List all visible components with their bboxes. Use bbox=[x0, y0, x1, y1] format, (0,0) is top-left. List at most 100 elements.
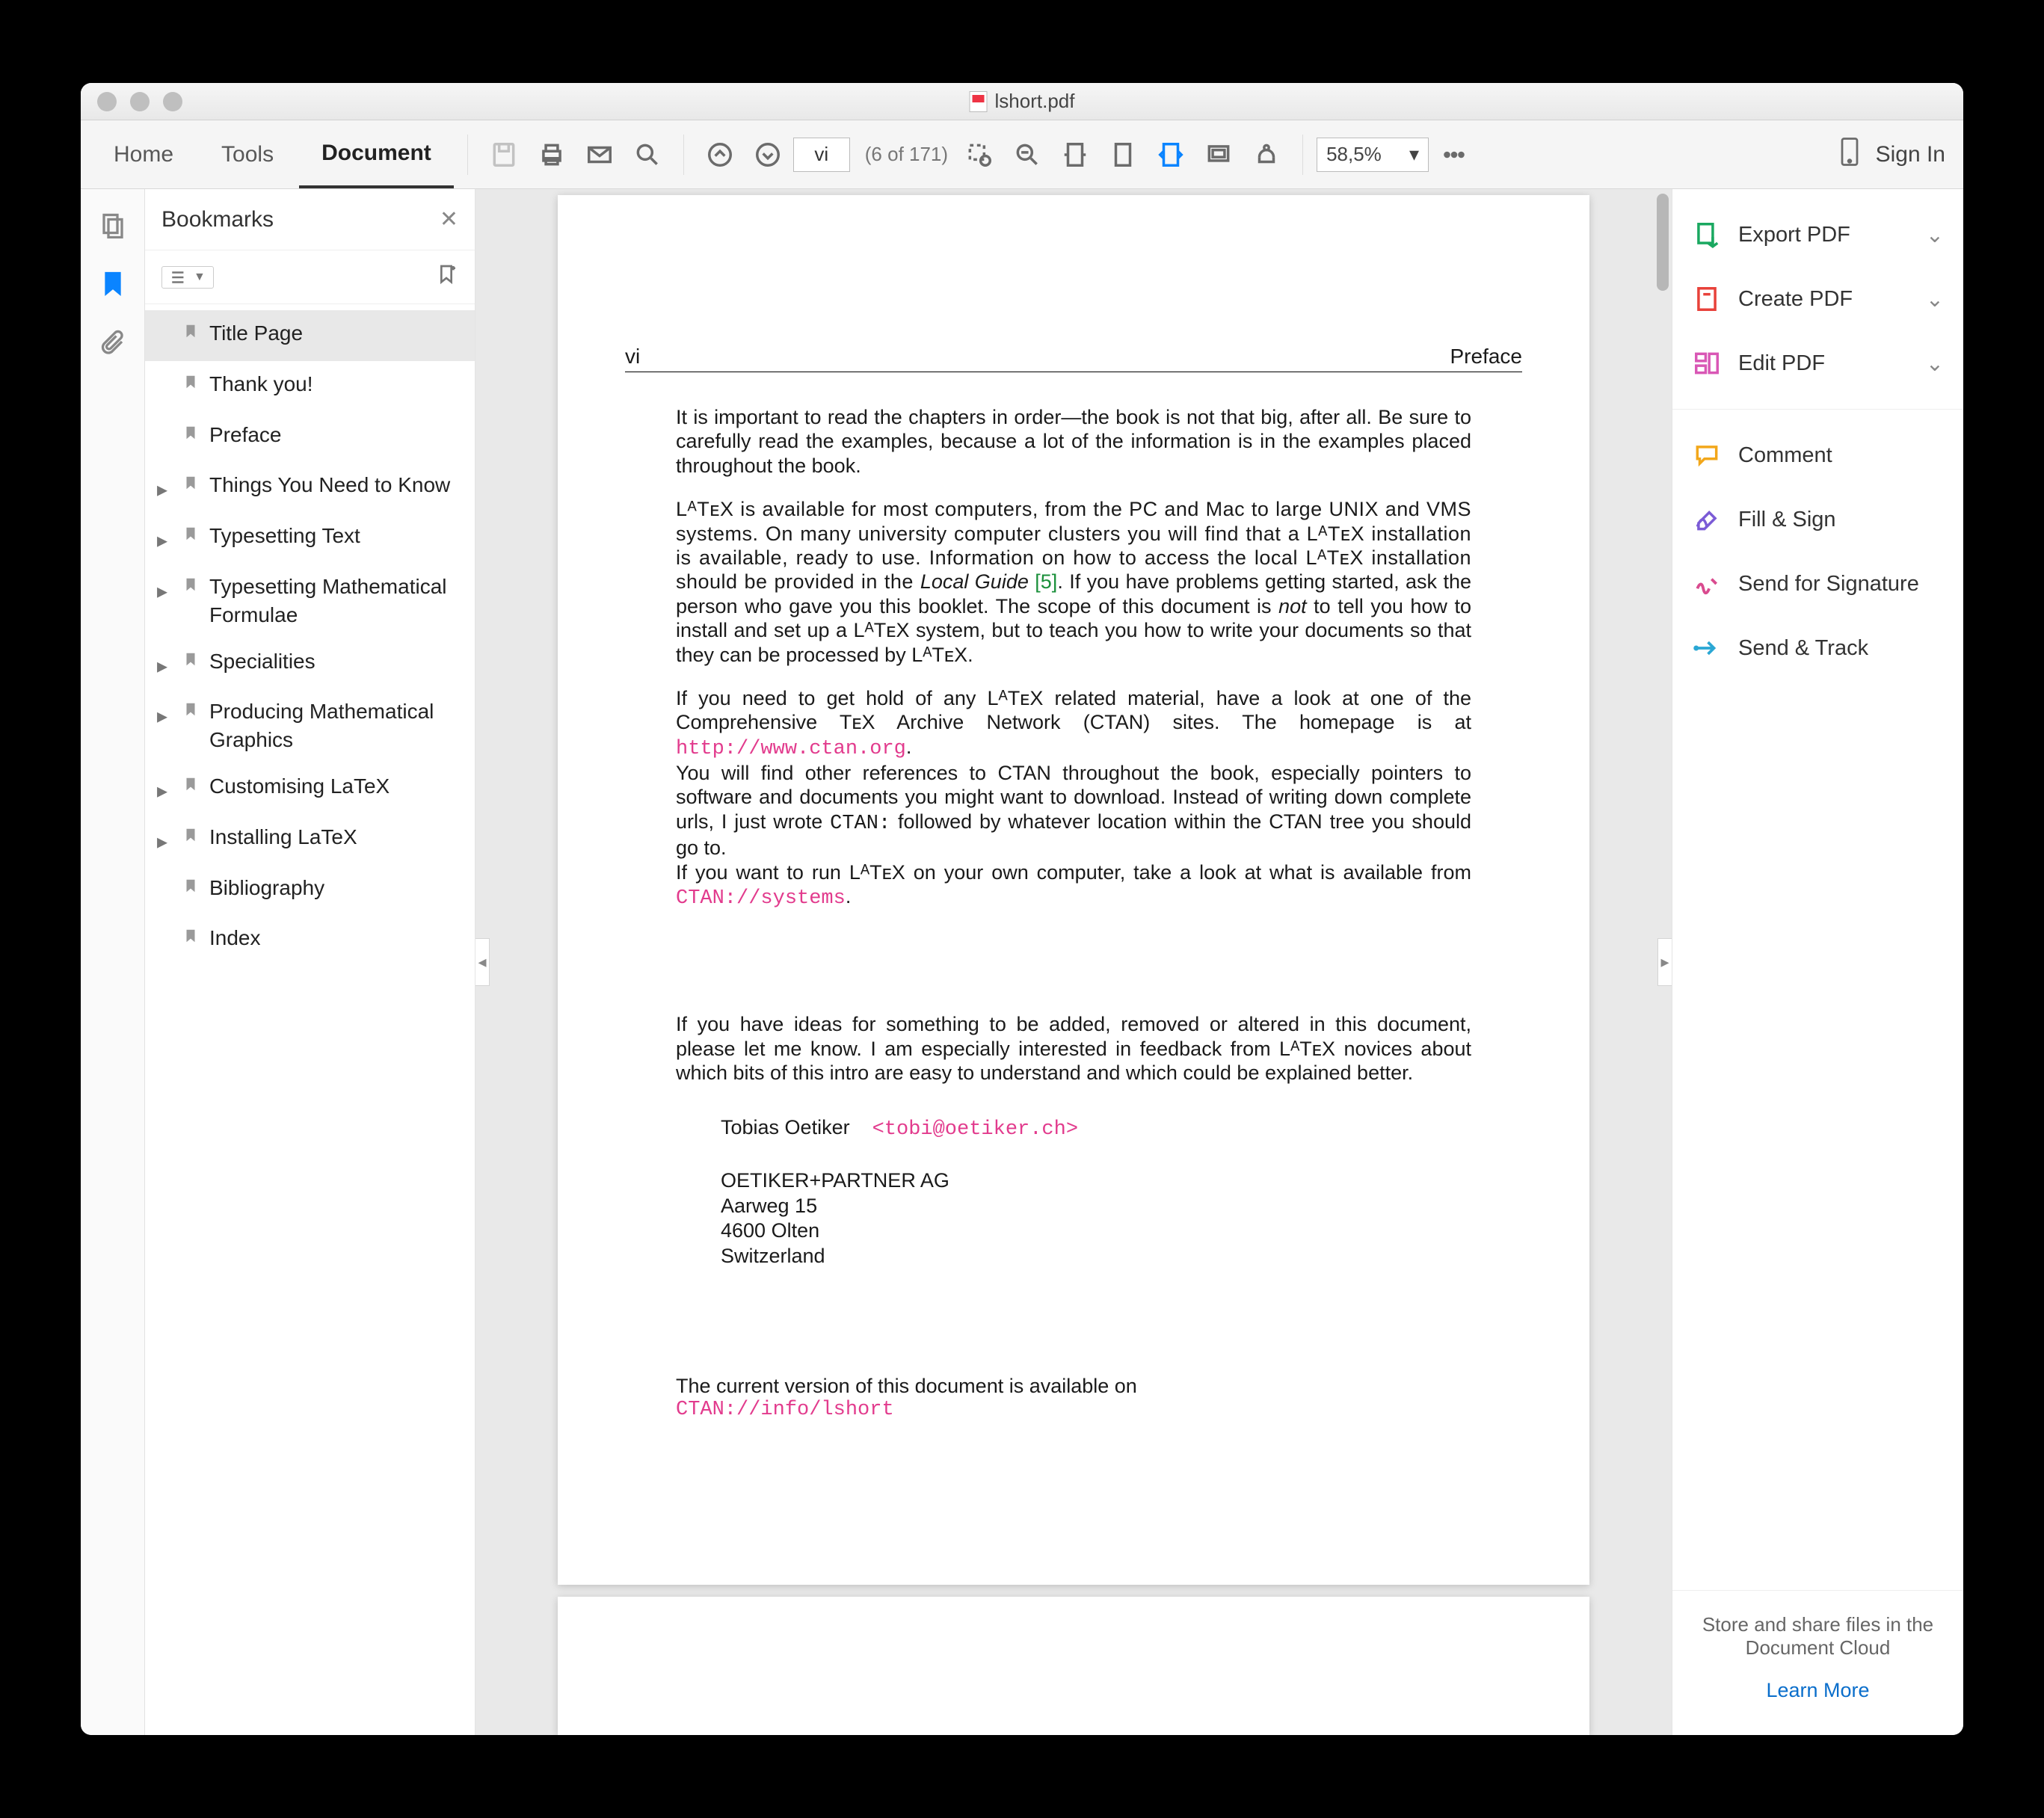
tool-send-track[interactable]: Send & Track bbox=[1672, 616, 1963, 680]
bookmark-ribbon-icon bbox=[182, 421, 199, 451]
bookmark-ribbon-icon bbox=[182, 471, 199, 501]
expand-caret-icon[interactable]: ▸ bbox=[153, 697, 172, 730]
learn-more-link[interactable]: Learn More bbox=[1695, 1679, 1941, 1702]
tool-send-signature[interactable]: Send for Signature bbox=[1672, 552, 1963, 616]
bookmark-item[interactable]: ▸ Things You Need to Know bbox=[145, 462, 475, 513]
tool-label: Create PDF bbox=[1738, 287, 1853, 312]
bookmark-label: Installing LaTeX bbox=[209, 823, 464, 851]
bookmark-label: Typesetting Text bbox=[209, 522, 464, 550]
print-icon[interactable] bbox=[529, 132, 574, 177]
tool-label: Send & Track bbox=[1738, 636, 1868, 661]
titlebar: lshort.pdf bbox=[81, 83, 1963, 120]
fill-sign-icon bbox=[1692, 505, 1722, 534]
bookmark-ribbon-icon bbox=[182, 647, 199, 677]
sign-in-label: Sign In bbox=[1876, 142, 1945, 167]
bookmark-item[interactable]: ▸Index bbox=[145, 915, 475, 966]
page-display-icon[interactable] bbox=[1148, 132, 1193, 177]
bookmark-item[interactable]: ▸ Installing LaTeX bbox=[145, 814, 475, 865]
read-mode-icon[interactable] bbox=[1196, 132, 1241, 177]
tab-home[interactable]: Home bbox=[91, 120, 196, 188]
share-icon[interactable] bbox=[1244, 132, 1289, 177]
expand-caret-icon[interactable]: ▸ bbox=[153, 823, 172, 856]
page-count-label: (6 of 171) bbox=[865, 143, 948, 166]
bookmark-item[interactable]: ▸Customising LaTeX bbox=[145, 763, 475, 814]
bookmark-label: Things You Need to Know bbox=[209, 471, 464, 499]
tool-label: Comment bbox=[1738, 443, 1832, 468]
marquee-zoom-icon[interactable] bbox=[957, 132, 1002, 177]
tool-create-pdf[interactable]: Create PDF ⌄ bbox=[1672, 267, 1963, 331]
bookmark-label: Index bbox=[209, 924, 464, 952]
tools-panel: Export PDF ⌄ Create PDF ⌄ Edit PDF ⌄ Co bbox=[1672, 189, 1963, 1735]
signature: Tobias Oetiker <tobi@oetiker.ch> bbox=[721, 1115, 1471, 1141]
chevron-down-icon: ▾ bbox=[1409, 143, 1419, 166]
next-pdf-page bbox=[558, 1597, 1589, 1735]
document-viewer[interactable]: ◂ ▸ vi Preface It is important to read t… bbox=[475, 189, 1672, 1735]
tools-list-secondary: Comment Fill & Sign Send for Signature S… bbox=[1672, 410, 1963, 694]
close-window-button[interactable] bbox=[97, 92, 117, 111]
bookmark-item[interactable]: ▸ Typesetting Mathematical Formulae bbox=[145, 564, 475, 638]
bookmarks-icon[interactable] bbox=[96, 267, 129, 300]
scrollbar-thumb[interactable] bbox=[1657, 194, 1669, 291]
bookmarks-header: Bookmarks ✕ bbox=[145, 189, 475, 250]
cloud-text: Store and share files in the Document Cl… bbox=[1695, 1613, 1941, 1660]
more-tools-icon[interactable] bbox=[1432, 132, 1477, 177]
expand-caret-icon[interactable]: ▸ bbox=[153, 573, 172, 606]
email-icon[interactable] bbox=[577, 132, 622, 177]
tool-comment[interactable]: Comment bbox=[1672, 423, 1963, 487]
separator bbox=[683, 135, 684, 175]
edit-pdf-icon bbox=[1692, 348, 1722, 378]
tool-export-pdf[interactable]: Export PDF ⌄ bbox=[1672, 203, 1963, 267]
tool-fill-sign[interactable]: Fill & Sign bbox=[1672, 487, 1963, 552]
nav-rail bbox=[81, 189, 145, 1735]
bookmark-item[interactable]: ▸Producing Mathematical Graphics bbox=[145, 688, 475, 763]
fit-page-icon[interactable] bbox=[1101, 132, 1145, 177]
expand-caret-icon[interactable]: ▸ bbox=[153, 647, 172, 680]
search-icon[interactable] bbox=[625, 132, 670, 177]
paragraph: If you need to get hold of any LᴬTᴇX rel… bbox=[676, 686, 1471, 911]
close-panel-icon[interactable]: ✕ bbox=[440, 206, 458, 232]
page-up-icon[interactable] bbox=[698, 132, 742, 177]
zoom-dropdown[interactable]: 58,5%▾ bbox=[1317, 138, 1429, 172]
bookmark-item[interactable]: ▸Bibliography bbox=[145, 865, 475, 916]
main-area: Bookmarks ✕ ▼ ▸Title Page▸Thank you!▸Pre… bbox=[81, 189, 1963, 1735]
expand-caret-icon[interactable]: ▸ bbox=[153, 471, 172, 504]
tool-edit-pdf[interactable]: Edit PDF ⌄ bbox=[1672, 331, 1963, 395]
app-window: lshort.pdf Home Tools Document (6 of 171… bbox=[81, 83, 1963, 1735]
bookmark-item[interactable]: ▸Specialities bbox=[145, 638, 475, 689]
minimize-window-button[interactable] bbox=[130, 92, 150, 111]
expand-caret-icon[interactable]: ▸ bbox=[153, 772, 172, 805]
vertical-scrollbar[interactable] bbox=[1651, 189, 1672, 1735]
bookmark-ribbon-icon bbox=[182, 319, 199, 349]
send-signature-icon bbox=[1692, 569, 1722, 599]
page-number-input[interactable] bbox=[793, 138, 850, 172]
tool-label: Edit PDF bbox=[1738, 351, 1825, 376]
bookmark-item[interactable]: ▸ Typesetting Text bbox=[145, 513, 475, 564]
zoom-out-icon[interactable] bbox=[1005, 132, 1050, 177]
bookmark-label: Typesetting Mathematical Formulae bbox=[209, 573, 464, 629]
window-title-text: lshort.pdf bbox=[995, 90, 1075, 113]
bookmark-label: Preface bbox=[209, 421, 464, 449]
maximize-window-button[interactable] bbox=[163, 92, 182, 111]
new-bookmark-icon[interactable] bbox=[434, 263, 458, 291]
fit-width-icon[interactable] bbox=[1053, 132, 1098, 177]
attachments-icon[interactable] bbox=[96, 325, 129, 358]
bookmark-item[interactable]: ▸Preface bbox=[145, 412, 475, 463]
bookmark-label: Bibliography bbox=[209, 874, 464, 902]
sign-in-button[interactable]: Sign In bbox=[1838, 137, 1953, 173]
window-controls bbox=[97, 92, 182, 111]
bookmark-item[interactable]: ▸Thank you! bbox=[145, 361, 475, 412]
save-icon[interactable] bbox=[481, 132, 526, 177]
bookmark-item[interactable]: ▸Title Page bbox=[145, 310, 475, 361]
tab-document[interactable]: Document bbox=[299, 120, 454, 188]
tab-tools[interactable]: Tools bbox=[199, 120, 296, 188]
thumbnails-icon[interactable] bbox=[96, 209, 129, 241]
bookmark-ribbon-icon bbox=[182, 573, 199, 603]
collapse-left-icon[interactable]: ◂ bbox=[475, 938, 490, 986]
page-header: vi Preface bbox=[625, 345, 1522, 372]
section-title: Preface bbox=[1450, 345, 1523, 369]
bookmark-options-icon[interactable]: ▼ bbox=[161, 266, 214, 289]
page-body: It is important to read the chapters in … bbox=[625, 405, 1522, 1423]
page-down-icon[interactable] bbox=[745, 132, 790, 177]
expand-caret-icon[interactable]: ▸ bbox=[153, 522, 172, 555]
tool-label: Fill & Sign bbox=[1738, 508, 1836, 532]
